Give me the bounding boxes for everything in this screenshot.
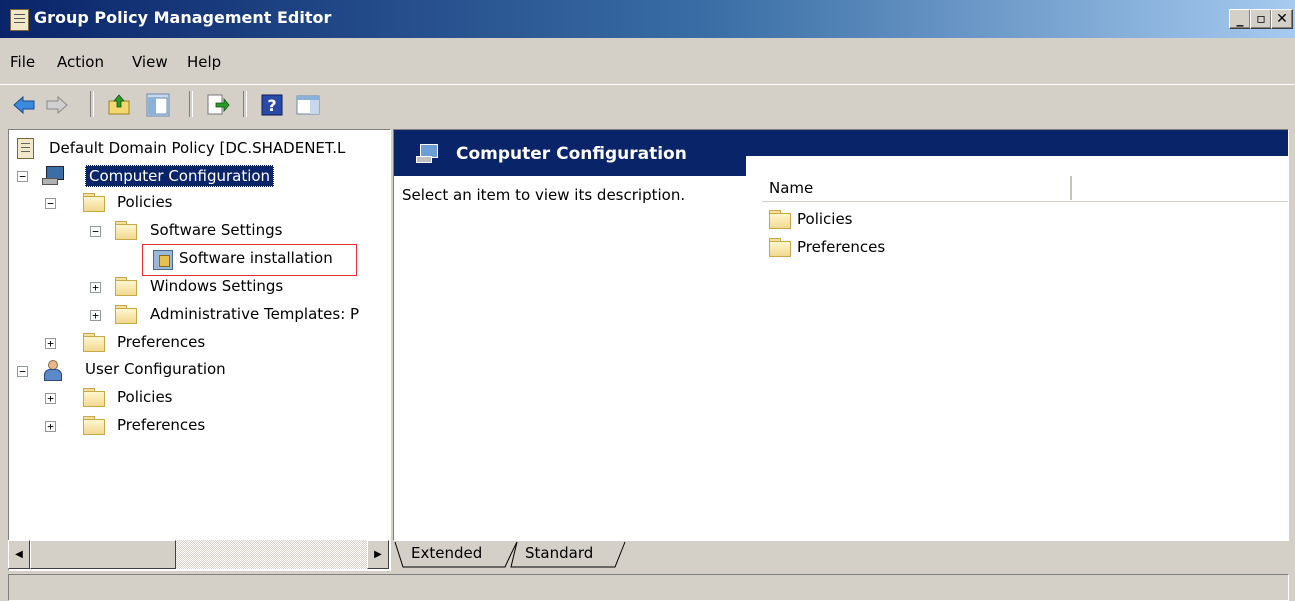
- tab-extended[interactable]: Extended: [411, 540, 482, 566]
- minimize-button[interactable]: _: [1229, 9, 1251, 29]
- show-hide-action-pane-icon[interactable]: [296, 93, 320, 117]
- window-title: Group Policy Management Editor: [34, 8, 332, 27]
- expand-administrative-templates[interactable]: +: [90, 310, 101, 321]
- menu-bar: File Action View Help: [0, 44, 1295, 80]
- tree-software-installation[interactable]: Software installation: [179, 249, 333, 267]
- folder-icon: [83, 333, 105, 352]
- help-icon[interactable]: ?: [260, 93, 284, 117]
- tree-uc-preferences[interactable]: Preferences: [117, 416, 205, 434]
- user-icon: [42, 360, 64, 381]
- item-description: Select an item to view its description.: [402, 186, 686, 204]
- column-header-empty[interactable]: [1072, 176, 1288, 202]
- expand-windows-settings[interactable]: +: [90, 282, 101, 293]
- expand-uc-policies[interactable]: +: [45, 393, 56, 404]
- tree-cc-preferences[interactable]: Preferences: [117, 333, 205, 351]
- folder-icon: [769, 238, 791, 257]
- tree-computer-configuration[interactable]: Computer Configuration: [85, 165, 275, 187]
- title-bar: Group Policy Management Editor _ ▫ ✕: [0, 0, 1295, 38]
- expand-uc-preferences[interactable]: +: [45, 421, 56, 432]
- details-pane: Computer Configuration Select an item to…: [393, 129, 1289, 541]
- tree-administrative-templates[interactable]: Administrative Templates: P: [150, 305, 359, 323]
- toolbar-separator: [189, 91, 193, 117]
- collapse-user-config[interactable]: −: [17, 366, 28, 377]
- toolbar-separator: [243, 91, 247, 117]
- collapse-software-settings[interactable]: −: [90, 226, 101, 237]
- export-list-icon[interactable]: [206, 93, 230, 117]
- computer-icon: [42, 166, 64, 185]
- toolbar-separator: [90, 91, 94, 117]
- column-header-name[interactable]: Name: [762, 176, 1077, 202]
- forward-arrow-icon[interactable]: [45, 93, 69, 117]
- back-arrow-icon[interactable]: [12, 93, 36, 117]
- folder-icon: [83, 388, 105, 407]
- scroll-left-button[interactable]: ◀: [8, 540, 30, 569]
- folder-icon: [83, 193, 105, 212]
- scroll-thumb[interactable]: [30, 540, 176, 569]
- collapse-computer-config[interactable]: −: [17, 171, 28, 182]
- scroll-right-button[interactable]: ▶: [367, 540, 389, 569]
- details-header: Computer Configuration: [394, 130, 1288, 176]
- toolbar: ?: [0, 84, 1295, 123]
- menu-file[interactable]: File: [10, 53, 35, 71]
- column-header-name-label: Name: [769, 179, 814, 197]
- collapse-policies[interactable]: −: [45, 198, 56, 209]
- tab-standard[interactable]: Standard: [525, 540, 593, 566]
- folder-icon: [115, 221, 137, 240]
- folder-icon: [83, 416, 105, 435]
- details-header-title: Computer Configuration: [456, 144, 687, 164]
- folder-icon: [115, 305, 137, 324]
- menu-help[interactable]: Help: [187, 53, 221, 71]
- gpo-document-icon: [17, 138, 34, 159]
- folder-icon: [115, 277, 137, 296]
- maximize-button[interactable]: ▫: [1250, 9, 1272, 29]
- menu-view[interactable]: View: [132, 53, 168, 71]
- console-tree[interactable]: Default Domain Policy [DC.SHADENET.L − C…: [8, 129, 391, 571]
- tree-windows-settings[interactable]: Windows Settings: [150, 277, 283, 295]
- up-folder-icon[interactable]: [107, 93, 131, 117]
- close-button[interactable]: ✕: [1271, 9, 1293, 29]
- show-hide-tree-icon[interactable]: [146, 93, 170, 117]
- tree-horizontal-scrollbar[interactable]: ◀ ▶: [8, 540, 389, 569]
- tree-software-settings[interactable]: Software Settings: [150, 221, 282, 239]
- folder-icon: [769, 210, 791, 229]
- app-icon: [10, 9, 29, 31]
- computer-icon: [416, 144, 438, 163]
- tree-uc-policies[interactable]: Policies: [117, 388, 172, 406]
- expand-cc-preferences[interactable]: +: [45, 338, 56, 349]
- list-item-preferences[interactable]: Preferences: [797, 238, 885, 256]
- tree-cc-policies[interactable]: Policies: [117, 193, 172, 211]
- software-installation-icon: [153, 250, 173, 270]
- view-tabs: Extended Standard: [393, 540, 1287, 569]
- svg-text:?: ?: [267, 96, 276, 115]
- status-bar: [8, 574, 1289, 601]
- list-item-policies[interactable]: Policies: [797, 210, 852, 228]
- tree-user-configuration[interactable]: User Configuration: [85, 360, 226, 378]
- menu-action[interactable]: Action: [57, 53, 104, 71]
- tree-root-policy[interactable]: Default Domain Policy [DC.SHADENET.L: [49, 139, 345, 157]
